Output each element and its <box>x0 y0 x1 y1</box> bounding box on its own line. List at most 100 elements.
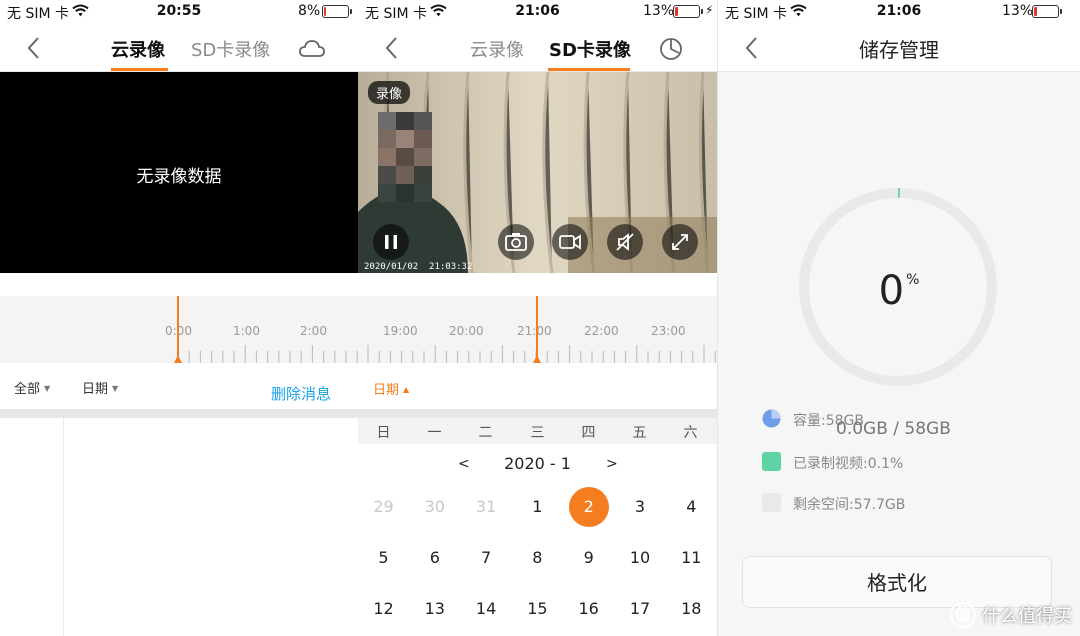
nav-bar: 云录像 SD卡录像 <box>358 24 717 72</box>
record-button[interactable] <box>552 224 588 260</box>
calendar-day[interactable]: 7 <box>461 538 512 578</box>
timeline-label: 20:00 <box>449 324 484 338</box>
mute-icon <box>616 233 634 251</box>
filter-all-dropdown[interactable]: 全部 ▼ <box>14 378 50 397</box>
watermark: 值 什么值得买 <box>950 602 1072 628</box>
video-player[interactable]: 无录像数据 <box>0 72 358 273</box>
battery-percent: 8% <box>298 3 321 19</box>
filter-bar: 全部 ▼ 日期 ▼ 删除消息 <box>0 363 358 409</box>
calendar-day[interactable]: 29 <box>358 487 409 527</box>
filter-date-label: 日期 <box>373 383 400 398</box>
usage-text: 0.0GB / 58GB <box>836 419 951 439</box>
calendar-day-selected[interactable]: 2 <box>563 487 614 527</box>
calendar-day[interactable]: 17 <box>615 589 666 629</box>
cloud-icon[interactable] <box>298 36 326 62</box>
video-player[interactable]: 录像 2020/01/02 21:03:32 <box>358 72 717 273</box>
tab-cloud-recording[interactable]: 云录像 <box>111 36 165 62</box>
month-label: 2020 - 1 <box>504 454 571 473</box>
usage-percent: 0% <box>718 268 1080 314</box>
filter-bar: 日期 ▲ <box>358 363 717 409</box>
video-timestamp: 2020/01/02 21:03:32 <box>364 262 473 272</box>
calendar-day[interactable]: 31 <box>461 487 512 527</box>
battery-percent: 13% <box>1002 3 1034 19</box>
weekday-label: 五 <box>632 425 647 441</box>
battery-percent: 13% <box>643 3 675 19</box>
status-bar: 无 SIM 卡 21:06 13% <box>718 0 1080 24</box>
calendar-day[interactable]: 13 <box>409 589 460 629</box>
calendar-day[interactable]: 3 <box>615 487 666 527</box>
calendar-day[interactable]: 18 <box>666 589 717 629</box>
calendar-day[interactable]: 5 <box>358 538 409 578</box>
weekday-label: 日 <box>376 425 391 441</box>
fullscreen-icon <box>672 234 688 250</box>
battery-icon <box>673 5 703 18</box>
calendar-day[interactable]: 12 <box>358 589 409 629</box>
back-icon[interactable] <box>22 35 46 61</box>
mute-button[interactable] <box>607 224 643 260</box>
nav-bar: 储存管理 <box>718 24 1080 72</box>
filter-date-dropdown[interactable]: 日期 ▲ <box>373 379 409 398</box>
calendar-day[interactable]: 1 <box>512 487 563 527</box>
recorded-swatch <box>762 452 781 471</box>
calendar-day[interactable]: 10 <box>615 538 666 578</box>
calendar-day[interactable]: 16 <box>563 589 614 629</box>
format-button[interactable]: 格式化 <box>742 556 1052 608</box>
watermark-logo: 值 <box>950 602 976 628</box>
free-space-label: 剩余空间:57.7GB <box>793 497 906 513</box>
playhead-marker <box>174 355 182 363</box>
tab-cloud-recording[interactable]: 云录像 <box>470 36 524 62</box>
battery-icon <box>322 5 352 18</box>
sd-recording-screen: 无 SIM 卡 21:06 13% ⚡ 云录像 SD卡录像 录像 2020/01… <box>358 0 717 636</box>
pause-icon <box>385 235 397 249</box>
filter-date-dropdown[interactable]: 日期 ▼ <box>82 378 118 397</box>
filter-all-label: 全部 <box>14 382 41 397</box>
calendar-day[interactable]: 9 <box>563 538 614 578</box>
snapshot-button[interactable] <box>498 224 534 260</box>
video-record-icon <box>559 234 581 250</box>
divider <box>0 409 358 418</box>
timeline[interactable]: 0:00 1:00 2:00 <box>0 296 358 363</box>
calendar-day[interactable]: 11 <box>666 538 717 578</box>
pie-icon <box>762 409 781 428</box>
cloud-recording-screen: 无 SIM 卡 20:55 8% 云录像 SD卡录像 无录像数据 0:00 1:… <box>0 0 358 636</box>
tab-sd-recording[interactable]: SD卡录像 <box>191 36 270 62</box>
timeline-label: 2:00 <box>300 324 327 338</box>
caret-up-icon: ▲ <box>403 385 410 394</box>
page-title: 储存管理 <box>859 38 939 62</box>
percent-value: 0 <box>878 268 905 314</box>
no-recording-message: 无录像数据 <box>136 167 222 187</box>
calendar-day[interactable]: 30 <box>409 487 460 527</box>
timeline-label: 22:00 <box>584 324 619 338</box>
active-tab-indicator <box>111 68 168 71</box>
prev-month-button[interactable]: < <box>458 456 470 472</box>
timeline-label: 23:00 <box>651 324 686 338</box>
calendar-day[interactable]: 8 <box>512 538 563 578</box>
clock-history-icon[interactable] <box>658 36 684 62</box>
nav-bar: 云录像 SD卡录像 <box>0 24 358 72</box>
battery-icon <box>1032 5 1062 18</box>
weekday-label: 二 <box>478 425 493 441</box>
pause-button[interactable] <box>373 224 409 260</box>
caret-down-icon: ▼ <box>112 384 119 393</box>
calendar-day[interactable]: 6 <box>409 538 460 578</box>
calendar-day[interactable]: 15 <box>512 589 563 629</box>
delete-messages-link[interactable]: 删除消息 <box>271 383 331 404</box>
storage-management-screen: 无 SIM 卡 21:06 13% 储存管理 0% 容量:58GB 0.0GB … <box>717 0 1080 636</box>
list-divider <box>63 418 64 636</box>
tab-sd-recording[interactable]: SD卡录像 <box>549 36 631 62</box>
next-month-button[interactable]: > <box>606 456 618 472</box>
back-icon[interactable] <box>380 35 404 61</box>
weekday-label: 一 <box>427 425 442 441</box>
calendar-day[interactable]: 14 <box>461 589 512 629</box>
calendar: 2020 - 1 < > 29 30 31 1 2 3 4 5 6 7 8 9 10 11 12 13 14 15… <box>358 444 717 636</box>
recording-list <box>0 418 358 636</box>
weekday-label: 三 <box>530 425 545 441</box>
timeline[interactable]: 19:00 20:00 21:00 22:00 23:00 <box>358 296 717 363</box>
charging-icon: ⚡ <box>705 3 714 17</box>
timeline-playhead[interactable] <box>536 296 538 363</box>
fullscreen-button[interactable] <box>662 224 698 260</box>
timeline-playhead[interactable] <box>177 296 179 363</box>
calendar-day[interactable]: 4 <box>666 487 717 527</box>
month-navigator: 2020 - 1 < > <box>358 454 717 478</box>
percent-unit: % <box>906 272 920 288</box>
